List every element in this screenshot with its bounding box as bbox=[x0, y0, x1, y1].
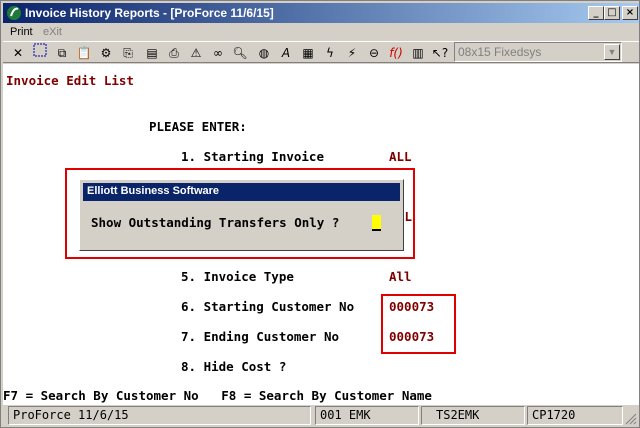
field-label-starting-customer: 6. Starting Customer No bbox=[181, 299, 355, 314]
chevron-down-icon[interactable]: ▼ bbox=[604, 44, 620, 60]
globe-icon[interactable]: ◍ bbox=[254, 43, 274, 63]
font-select-value: 08x15 Fixedsys bbox=[458, 45, 542, 59]
settings-icon[interactable]: ⚙ bbox=[96, 43, 116, 63]
page-title: Invoice Edit List bbox=[6, 73, 134, 88]
close-icon[interactable]: ✕ bbox=[8, 43, 28, 63]
field-label-invoice-type: 5. Invoice Type bbox=[181, 269, 294, 284]
field-value-starting-invoice[interactable]: ALL bbox=[389, 149, 412, 164]
maximize-button[interactable]: □ bbox=[604, 6, 620, 20]
terminal-screen: Invoice Edit List PLEASE ENTER: 1. Start… bbox=[3, 64, 639, 405]
window-title: Invoice History Reports - [ProForce 11/6… bbox=[25, 6, 274, 20]
elliott-logo-icon bbox=[7, 6, 21, 20]
function-key-hints: F7 = Search By Customer No F8 = Search B… bbox=[3, 388, 432, 403]
menu-bar: Print eXit bbox=[3, 24, 639, 41]
app-window: Invoice History Reports - [ProForce 11/6… bbox=[0, 0, 640, 428]
prompt-label: PLEASE ENTER: bbox=[149, 119, 247, 134]
search-icon[interactable]: 🔍︎ bbox=[230, 43, 250, 63]
export-icon[interactable]: ⎘ bbox=[118, 43, 138, 63]
toolbar: ✕ ⧉ 📋 ⚙ ⎘ ▤ ⎙ ⚠ ∞ 🔍︎ ◍ A ▦ ϟ ⚡ ⊖ f() ▥ ↖… bbox=[3, 41, 639, 63]
help-icon[interactable]: ↖? bbox=[430, 43, 450, 63]
field-label-starting-invoice: 1. Starting Invoice bbox=[181, 149, 324, 164]
highlight-box-dialog bbox=[65, 168, 415, 259]
binoculars-icon[interactable]: ∞ bbox=[208, 43, 228, 63]
paste-icon[interactable]: 📋 bbox=[74, 43, 94, 63]
status-terminal: TS2EMK bbox=[421, 406, 525, 425]
font-select[interactable]: 08x15 Fixedsys ▼ bbox=[454, 42, 622, 62]
status-user: 001 EMK bbox=[315, 406, 419, 425]
field-value-invoice-type[interactable]: All bbox=[389, 269, 412, 284]
report-icon[interactable]: ⚡ bbox=[342, 43, 362, 63]
alert-icon[interactable]: ⚠ bbox=[186, 43, 206, 63]
select-icon[interactable] bbox=[30, 43, 50, 63]
notes-icon[interactable]: ▤ bbox=[142, 43, 162, 63]
field-label-ending-customer: 7. Ending Customer No bbox=[181, 329, 340, 344]
status-session: ProForce 11/6/15 bbox=[8, 406, 311, 425]
link-icon[interactable]: ⊖ bbox=[364, 43, 384, 63]
font-icon[interactable]: A bbox=[276, 43, 296, 63]
copy-icon[interactable]: ⧉ bbox=[52, 43, 72, 63]
menu-print[interactable]: Print bbox=[10, 26, 33, 38]
lightning-icon[interactable]: ϟ bbox=[320, 43, 340, 63]
close-button[interactable]: × bbox=[622, 6, 638, 20]
printer-icon[interactable]: ⎙ bbox=[164, 43, 184, 63]
book-icon[interactable]: ▥ bbox=[408, 43, 428, 63]
resize-grip-icon[interactable] bbox=[625, 413, 637, 425]
highlight-box-customer bbox=[381, 294, 456, 354]
minimize-button[interactable]: _ bbox=[588, 6, 604, 20]
field-label-hide-cost: 8. Hide Cost ? bbox=[181, 359, 287, 374]
menu-exit[interactable]: eXit bbox=[43, 26, 62, 38]
title-bar: Invoice History Reports - [ProForce 11/6… bbox=[3, 3, 639, 23]
status-code: CP1720 bbox=[527, 406, 623, 425]
calculator-icon[interactable]: ▦ bbox=[298, 43, 318, 63]
status-bar: ProForce 11/6/15 001 EMK TS2EMK CP1720 bbox=[3, 405, 639, 427]
function-icon[interactable]: f() bbox=[386, 43, 406, 63]
